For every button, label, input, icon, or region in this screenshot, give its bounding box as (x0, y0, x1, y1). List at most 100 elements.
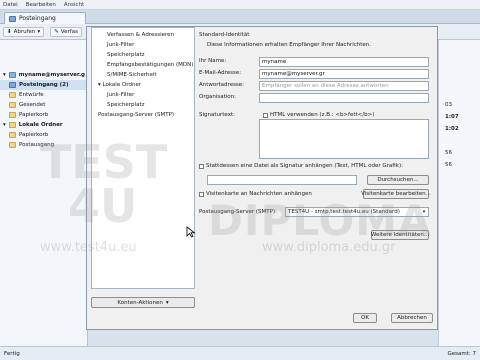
tree-item-composition[interactable]: Verfassen & Adressieren (92, 30, 194, 40)
organization-field[interactable] (259, 93, 429, 103)
sent-icon (9, 102, 16, 108)
tree-item-label: Lokale Ordner (102, 82, 142, 88)
organization-label: Organisation: (199, 94, 236, 100)
message-time: 56 (445, 162, 452, 168)
menu-bar: Datei Bearbeiten Ansicht (0, 0, 480, 10)
tab-inbox-label: Posteingang (19, 15, 56, 22)
drafts-icon (9, 92, 16, 98)
reply-to-field[interactable]: Empfänger sollen an diese Adresse antwor… (259, 81, 429, 91)
folder-label: Papierkorb (19, 132, 49, 138)
html-checkbox-label: HTML verwenden (z.B.: <b>fett</b>) (270, 112, 375, 118)
html-checkbox[interactable] (263, 112, 268, 118)
chevron-down-icon: ▾ (37, 28, 41, 35)
reply-to-label: Antwortadresse: (199, 82, 245, 88)
smtp-select-value: TEST4U - smtp.test.test4u.eu (Standard) (288, 209, 400, 215)
folder-trash[interactable]: Papierkorb (0, 110, 87, 120)
account-actions-label: Konten-Aktionen (117, 299, 163, 306)
message-time: 1:07 (445, 114, 459, 120)
tree-item-local-disk-space[interactable]: Speicherplatz (92, 100, 194, 110)
organization-row: Organisation: (199, 93, 435, 103)
status-text: Fertig (4, 350, 20, 357)
identity-panel: Standard-Identität Diese Informationen e… (199, 27, 435, 317)
menu-edit[interactable]: Bearbeiten (26, 2, 56, 8)
menu-file[interactable]: Datei (3, 2, 18, 8)
trash-icon (9, 112, 16, 118)
email-row: E-Mail-Adresse: myname@myserver.gr (199, 69, 435, 79)
signature-file-field[interactable] (207, 175, 357, 185)
expand-icon[interactable]: ▾ (3, 122, 6, 128)
download-icon: ⬇ (7, 28, 12, 35)
tree-item-smtp[interactable]: Postausgang-Server (SMTP) (92, 110, 194, 120)
status-bar: Fertig Gesamt: 7 (0, 346, 480, 360)
browse-button[interactable]: Durchsuchen... (367, 175, 429, 185)
folder-outbox[interactable]: Postausgang (0, 140, 87, 150)
folder-label: myname@myserver.g (18, 72, 85, 78)
cancel-button[interactable]: Abbrechen (391, 313, 433, 323)
folder-sent[interactable]: Gesendet (0, 100, 87, 110)
folder-label: Posteingang (2) (19, 82, 69, 88)
vcard-option[interactable]: Visitenkarte an Nachrichten anhängen (199, 191, 312, 197)
message-time: 03 (445, 102, 452, 108)
folder-label: Gesendet (19, 102, 46, 108)
get-mail-label: Abrufen (13, 28, 36, 35)
smtp-select[interactable]: TEST4U - smtp.test.test4u.eu (Standard) … (285, 207, 429, 217)
html-signature-option[interactable]: HTML verwenden (z.B.: <b>fett</b>) (263, 112, 374, 118)
total-count: Gesamt: 7 (447, 350, 477, 357)
reply-to-row: Antwortadresse: Empfänger sollen an dies… (199, 81, 435, 91)
chevron-down-icon: ▾ (422, 209, 426, 215)
signature-label: Signaturtext: (199, 112, 235, 118)
trash-icon (9, 132, 16, 138)
inbox-icon (9, 82, 16, 88)
expand-icon[interactable]: ▾ (3, 72, 6, 78)
attach-file-option[interactable]: Stattdessen eine Datei als Signatur anhä… (199, 163, 403, 169)
tab-inbox[interactable]: Posteingang (4, 12, 86, 24)
folder-drafts[interactable]: Entwürfe (0, 90, 87, 100)
tab-bar: Posteingang (0, 10, 480, 24)
folder-label: Postausgang (19, 142, 55, 148)
outbox-icon (9, 142, 16, 148)
mail-account-icon (8, 72, 16, 78)
name-field[interactable]: myname (259, 57, 429, 67)
attach-file-checkbox[interactable] (199, 163, 204, 169)
tree-item-junk[interactable]: Junk-Filter (92, 40, 194, 50)
tree-item-smime[interactable]: S/MIME-Sicherheit (92, 70, 194, 80)
email-label: E-Mail-Adresse: (199, 70, 242, 76)
tree-item-local-junk[interactable]: Junk-Filter (92, 90, 194, 100)
compose-button[interactable]: ✎ Verfas (50, 26, 82, 37)
message-list-peek: 03 1:07 1:02 56 56 (438, 40, 480, 346)
chevron-down-icon: ▾ (165, 299, 169, 306)
edit-vcard-button[interactable]: Visitenkarte bearbeiten... (361, 189, 431, 199)
account-local-folders[interactable]: ▾ Lokale Ordner (0, 120, 87, 130)
ok-button[interactable]: OK (353, 313, 377, 323)
more-identities-button[interactable]: Weitere Identitäten... (371, 230, 429, 240)
get-mail-button[interactable]: ⬇ Abrufen ▾ (3, 26, 45, 37)
name-row: Ihr Name: myname (199, 57, 435, 67)
inbox-icon (9, 15, 16, 22)
message-time: 56 (445, 150, 452, 156)
account-myname[interactable]: ▾ myname@myserver.g (0, 70, 87, 80)
folder-pane: ▾ myname@myserver.g Posteingang (2) Entwü… (0, 40, 88, 346)
folder-label: Entwürfe (19, 92, 44, 98)
vcard-label: Visitenkarte an Nachrichten anhängen (206, 191, 312, 197)
folder-local-trash[interactable]: Papierkorb (0, 130, 87, 140)
account-actions-button[interactable]: Konten-Aktionen ▾ (91, 297, 195, 308)
tree-item-disk-space[interactable]: Speicherplatz (92, 50, 194, 60)
smtp-label: Postausgang-Server (SMTP): (199, 209, 277, 215)
account-settings-dialog: Verfassen & Adressieren Junk-Filter Spei… (86, 26, 438, 330)
signature-textarea[interactable] (259, 119, 429, 159)
vcard-checkbox[interactable] (199, 191, 204, 197)
menu-view[interactable]: Ansicht (64, 2, 84, 8)
tree-item-receipts[interactable]: Empfangsbestätigungen (MDN) (92, 60, 194, 70)
compose-label: Verfas (60, 28, 78, 35)
name-label: Ihr Name: (199, 58, 227, 64)
message-time: 1:02 (445, 126, 459, 132)
settings-tree: Verfassen & Adressieren Junk-Filter Spei… (91, 27, 195, 289)
local-folders-icon (8, 122, 16, 128)
section-title: Standard-Identität (199, 32, 250, 38)
folder-inbox[interactable]: Posteingang (2) (0, 80, 87, 90)
section-description: Diese Informationen erhalten Empfänger I… (207, 42, 372, 48)
tree-item-local-folders[interactable]: ▾ Lokale Ordner (92, 80, 194, 90)
attach-file-label: Stattdessen eine Datei als Signatur anhä… (206, 163, 403, 169)
folder-label: Papierkorb (19, 112, 49, 118)
email-field[interactable]: myname@myserver.gr (259, 69, 429, 79)
